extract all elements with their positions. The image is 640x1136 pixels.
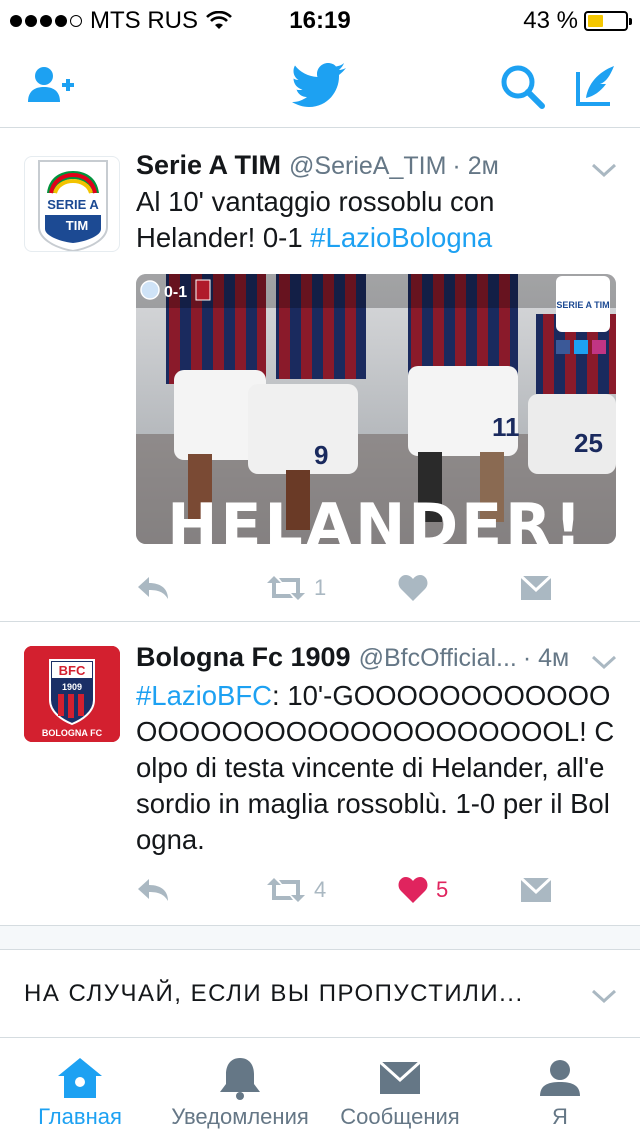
like-button[interactable] [398,568,436,608]
tweet-actions: 4 5 [136,870,596,910]
like-button[interactable]: 5 [398,870,448,910]
hashtag-link[interactable]: #LazioBFC [136,680,272,711]
heart-icon [398,575,428,601]
heart-icon [398,877,428,903]
top-nav-bar [0,40,640,128]
envelope-icon [520,575,552,600]
battery-icon [584,11,632,31]
bologna-fc-logo-icon: BFC 1909 BOLOGNA FC [24,646,120,742]
battery-level [588,15,604,27]
reply-icon [138,879,168,901]
svg-text:9: 9 [314,440,328,470]
author-name[interactable]: Bologna Fc 1909 [136,642,351,673]
compose-icon[interactable] [572,62,620,110]
retweet-count: 1 [314,575,327,600]
chevron-down-icon[interactable] [590,162,618,178]
tweet-header: Serie A TIM @SerieA_TIM · 2м [136,150,620,186]
avatar[interactable]: BFC 1909 BOLOGNA FC [24,646,120,742]
tweet-media-image[interactable]: 9 11 25 0-1 SERIE A TIM HELANDER! [136,274,616,544]
add-user-icon[interactable] [26,62,74,110]
status-bar: MTS RUS 16:19 43 % [0,0,640,40]
tweet-time: · 2м [452,152,499,180]
battery-percent: 43 % [523,7,578,34]
direct-message-button[interactable] [520,870,552,910]
reply-icon [138,577,168,599]
tab-notifications[interactable]: Уведомления [160,1038,320,1136]
avatar[interactable]: SERIE A TIM [24,156,120,252]
missed-tweets-header[interactable]: НА СЛУЧАЙ, ЕСЛИ ВЫ ПРОПУСТИЛИ... [0,950,640,1038]
author-name[interactable]: Serie A TIM [136,150,281,181]
match-photo: 9 11 25 0-1 SERIE A TIM HELANDER! [136,274,616,544]
retweet-icon [267,878,305,902]
tweet-card[interactable]: BFC 1909 BOLOGNA FC Bologna Fc 1909 @Bfc… [0,622,640,926]
svg-text:BFC: BFC [59,663,86,678]
tab-messages[interactable]: Сообщения [320,1038,480,1136]
missed-tweets-label: НА СЛУЧАЙ, ЕСЛИ ВЫ ПРОПУСТИЛИ... [24,980,524,1007]
like-count: 5 [436,877,449,902]
section-divider [0,926,640,950]
hashtag-link[interactable]: #LazioBologna [310,222,492,253]
svg-text:25: 25 [574,428,603,458]
tab-profile[interactable]: Я [480,1038,640,1136]
retweet-count: 4 [314,877,327,902]
tweet-text: #LazioBFC: 10'-GOOOOOOOOOOOOOOOOOOOOOOOO… [136,678,618,858]
retweet-button[interactable]: 1 [266,568,326,608]
svg-text:SERIE A TIM: SERIE A TIM [556,300,609,310]
tweet-card[interactable]: SERIE A TIM Serie A TIM @SerieA_TIM · 2м… [0,128,640,622]
profile-icon [540,1060,580,1096]
serie-a-logo-icon: SERIE A TIM [38,160,108,251]
home-icon [58,1058,102,1098]
twitter-bird-icon[interactable] [292,62,348,110]
bell-icon [220,1058,260,1100]
svg-text:HELANDER!: HELANDER! [167,491,584,544]
svg-text:1909: 1909 [62,682,82,692]
retweet-icon [267,576,305,600]
envelope-icon [520,877,552,902]
author-handle[interactable]: @BfcOfficial... [359,644,517,673]
direct-message-button[interactable] [520,568,552,608]
tab-home[interactable]: Главная [0,1038,160,1136]
reply-button[interactable] [136,568,170,608]
svg-text:TIM: TIM [66,218,88,233]
svg-text:SERIE A: SERIE A [47,197,99,212]
tweet-text: Al 10' vantaggio rossoblu con Helander! … [136,184,618,256]
reply-button[interactable] [136,870,170,910]
svg-text:0-1: 0-1 [164,284,187,301]
retweet-button[interactable]: 4 [266,870,326,910]
battery-status: 43 % [523,7,632,35]
svg-text:11: 11 [492,412,520,442]
search-icon[interactable] [498,62,546,110]
envelope-icon [378,1060,422,1094]
chevron-down-icon[interactable] [590,654,618,670]
tab-label: Я [552,1104,568,1129]
bottom-tab-bar: Главная Уведомления Сообщения Я [0,1038,640,1136]
author-handle[interactable]: @SerieA_TIM [289,152,446,181]
tweet-time: · 4м [522,644,570,672]
tweet-actions: 1 [136,568,596,608]
tweet-header: Bologna Fc 1909 @BfcOfficial... · 4м [136,642,620,678]
chevron-down-icon[interactable] [590,988,618,1004]
svg-text:BOLOGNA FC: BOLOGNA FC [42,728,103,738]
